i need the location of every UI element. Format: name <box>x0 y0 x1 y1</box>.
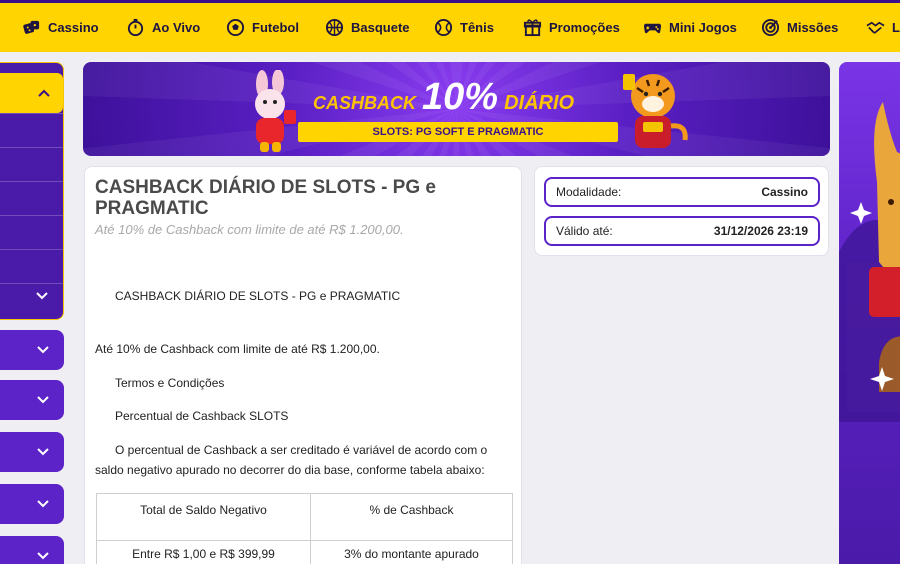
promo-banner: CASHBACK 10% DIÁRIO SLOTS: PG SOFT E PRA… <box>83 62 830 156</box>
sidebar-subitem-collapsed[interactable] <box>0 283 63 319</box>
chevron-down-icon <box>36 292 48 300</box>
promotion-info-card: Modalidade: Cassino Válido até: 31/12/20… <box>534 166 829 256</box>
sidebar-subitem[interactable] <box>0 181 63 215</box>
page-title: CASHBACK DIÁRIO DE SLOTS - PG e PRAGMATI… <box>95 177 436 219</box>
banner-title: CASHBACK 10% DIÁRIO <box>313 78 574 116</box>
sidebar-group[interactable] <box>0 484 64 524</box>
nav-item-ao-vivo[interactable]: Ao Vivo <box>126 3 200 52</box>
sidebar-group[interactable] <box>0 536 64 564</box>
nav-label: Missões <box>787 20 839 35</box>
sidebar-group-header[interactable] <box>0 73 63 113</box>
handshake-icon <box>866 21 885 34</box>
stopwatch-icon <box>127 18 144 37</box>
banner-word: DIÁRIO <box>504 92 575 114</box>
table-header-row: Total de Saldo Negativo % de Cashback <box>96 493 514 541</box>
basketball-icon <box>325 18 344 37</box>
table-cell: Entre R$ 1,00 e R$ 399,99 <box>96 540 311 564</box>
dice-icon <box>23 20 40 34</box>
banner-percent: 10% <box>422 76 499 118</box>
side-promo-banner[interactable] <box>839 62 900 564</box>
sidebar-group[interactable] <box>0 380 64 420</box>
nav-item-lo[interactable]: Lo <box>866 3 900 52</box>
chevron-down-icon <box>37 552 49 560</box>
content-intro: Até 10% de Cashback com limite de até R$… <box>95 342 380 356</box>
content-paragraph-line: O percentual de Cashback a ser creditado… <box>115 443 488 457</box>
modality-label: Modalidade: <box>556 185 622 199</box>
nav-label: Promoções <box>549 20 620 35</box>
nav-label: Mini Jogos <box>669 20 737 35</box>
nav-label: Cassino <box>48 20 99 35</box>
page-subtitle: Até 10% de Cashback com limite de até R$… <box>95 222 404 237</box>
nav-item-basquete[interactable]: Basquete <box>325 3 410 52</box>
nav-item-tenis[interactable]: Tênis <box>434 3 494 52</box>
terms-heading: Termos e Condições <box>115 376 225 390</box>
gamepad-icon <box>643 23 662 34</box>
table-row: Entre R$ 1,00 e R$ 399,99 3% do montante… <box>96 540 514 564</box>
cashback-table: Total de Saldo Negativo % de Cashback En… <box>96 493 514 564</box>
promo-illustration <box>839 102 900 422</box>
nav-item-promocoes[interactable]: Promoções <box>523 3 620 52</box>
nav-item-mini-jogos[interactable]: Mini Jogos <box>643 3 737 52</box>
top-navigation: Cassino Ao Vivo Futebol Basquete Tênis P… <box>0 0 900 52</box>
left-sidebar <box>0 62 74 564</box>
sidebar-group[interactable] <box>0 330 64 370</box>
table-header-cell: Total de Saldo Negativo <box>96 493 311 541</box>
table-header-cell: % de Cashback <box>309 493 514 541</box>
sidebar-subitem[interactable] <box>0 215 63 249</box>
nav-label: Futebol <box>252 20 299 35</box>
promotion-details-card: CASHBACK DIÁRIO DE SLOTS - PG e PRAGMATI… <box>84 166 522 564</box>
sidebar-group[interactable] <box>0 432 64 472</box>
content-paragraph-line: saldo negativo apurado no decorrer do di… <box>95 463 485 477</box>
valid-until-value: 31/12/2026 23:19 <box>713 224 808 238</box>
nav-item-cassino[interactable]: Cassino <box>22 3 99 52</box>
gift-icon <box>523 19 542 37</box>
chevron-down-icon <box>37 396 49 404</box>
sidebar-subitem[interactable] <box>0 147 63 181</box>
nav-label: Basquete <box>351 20 410 35</box>
chevron-down-icon <box>37 500 49 508</box>
sidebar-subitem[interactable] <box>0 113 63 147</box>
table-cell: 3% do montante apurado <box>309 540 514 564</box>
nav-item-missoes[interactable]: Missões <box>761 3 838 52</box>
target-icon <box>761 18 780 37</box>
nav-item-futebol[interactable]: Futebol <box>226 3 299 52</box>
tiger-mascot-icon <box>623 74 688 148</box>
modality-row: Modalidade: Cassino <box>544 177 820 207</box>
chevron-down-icon <box>37 448 49 456</box>
nav-label: Ao Vivo <box>152 20 201 35</box>
nav-label: Lo <box>892 20 900 35</box>
percent-heading: Percentual de Cashback SLOTS <box>115 409 289 423</box>
soccer-ball-icon <box>226 18 245 37</box>
rabbit-mascot-icon <box>255 70 296 152</box>
content-heading: CASHBACK DIÁRIO DE SLOTS - PG e PRAGMATI… <box>115 289 401 303</box>
banner-word: CASHBACK <box>313 93 416 113</box>
tennis-ball-icon <box>434 18 453 37</box>
valid-until-row: Válido até: 31/12/2026 23:19 <box>544 216 820 246</box>
chevron-up-icon <box>38 89 50 97</box>
nav-label: Tênis <box>460 20 494 35</box>
modality-value: Cassino <box>761 185 808 199</box>
sidebar-subitem[interactable] <box>0 249 63 283</box>
banner-subtitle: SLOTS: PG SOFT E PRAGMATIC <box>298 122 618 142</box>
sidebar-group-expanded <box>0 62 64 320</box>
valid-until-label: Válido até: <box>556 224 613 238</box>
chevron-down-icon <box>37 346 49 354</box>
